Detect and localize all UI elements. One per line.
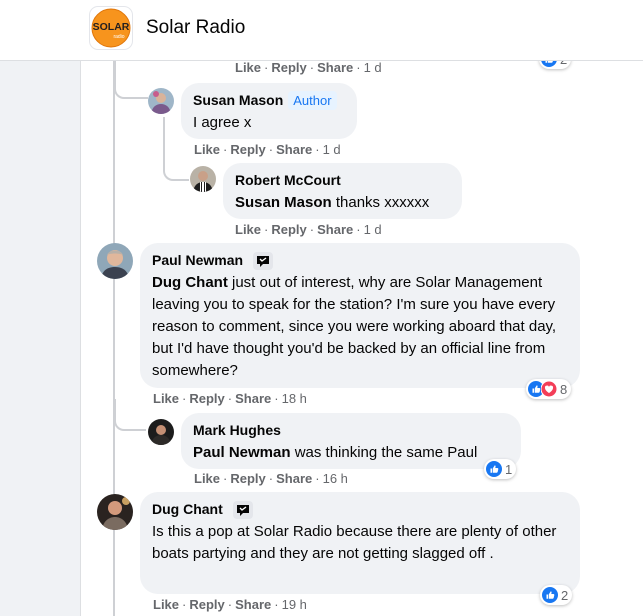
robert-mccourt-avatar-icon: [190, 166, 216, 192]
comment-author[interactable]: Susan Mason: [193, 91, 283, 109]
solar-logo-icon: SOLAR radio: [91, 8, 131, 48]
comment-bubble-robert-mccourt: Robert McCourt Susan Mason thanks xxxxxx: [223, 163, 462, 219]
comment-actions: Like · Reply · Share · 16 h: [194, 471, 348, 486]
share-button[interactable]: Share: [317, 60, 353, 75]
comments-feed: Like·Reply·Share·1 d 2 Susan Mason Author…: [80, 49, 643, 616]
thread-curve-mark: [114, 399, 146, 431]
comment-text: Is this a pop at Solar Radio because the…: [152, 523, 557, 562]
comment-bubble-paul-newman: Paul Newman Dug Chant just out of intere…: [140, 243, 580, 388]
thread-curve-robert: [163, 161, 189, 181]
comment-actions: Like · Reply · Share · 19 h: [153, 597, 307, 612]
avatar[interactable]: [97, 243, 133, 279]
reply-button[interactable]: Reply: [230, 471, 265, 486]
comment-bubble-dug-chant: Dug Chant Is this a pop at Solar Radio b…: [140, 492, 580, 594]
comment-time: 19 h: [281, 597, 307, 612]
reaction-count: 8: [560, 381, 568, 397]
comment-actions: Like · Reply · Share · 1 d: [235, 222, 382, 237]
reaction-count-badge[interactable]: 2: [540, 585, 573, 605]
comment-text: thanks xxxxxx: [331, 194, 430, 211]
mention-link[interactable]: Paul Newman: [193, 444, 291, 461]
reaction-count: 2: [561, 587, 569, 603]
like-button[interactable]: Like: [194, 142, 220, 157]
like-button[interactable]: Like: [235, 60, 261, 75]
dug-chant-avatar-icon: [97, 494, 133, 530]
comment-text: was thinking the same Paul: [290, 444, 478, 461]
comment-time: 1 d: [322, 142, 341, 157]
avatar[interactable]: [148, 419, 174, 445]
mention-link[interactable]: Dug Chant: [152, 274, 228, 291]
love-reaction-icon: [541, 381, 557, 397]
comment-author[interactable]: Paul Newman: [152, 251, 243, 269]
share-button[interactable]: Share: [276, 142, 312, 157]
reaction-count: 1: [505, 461, 513, 477]
mention-link[interactable]: Susan Mason: [235, 194, 332, 211]
like-reaction-icon: [542, 587, 558, 603]
comment-author[interactable]: Robert McCourt: [235, 171, 341, 189]
top-fan-badge-icon: [233, 500, 254, 519]
like-reaction-icon: [486, 461, 502, 477]
like-button[interactable]: Like: [153, 597, 179, 612]
thread-curve-top: [114, 61, 148, 99]
top-fan-badge-icon: [253, 251, 274, 270]
comment-author[interactable]: Mark Hughes: [193, 421, 281, 439]
solar-radio-logo[interactable]: SOLAR radio: [89, 6, 133, 50]
like-button[interactable]: Like: [153, 391, 179, 406]
comment-time: 16 h: [322, 471, 348, 486]
share-button[interactable]: Share: [235, 597, 271, 612]
comment-time: 1 d: [363, 60, 382, 75]
author-badge: Author: [288, 91, 337, 110]
comment-author[interactable]: Dug Chant: [152, 500, 223, 518]
logo-subtext: radio: [113, 34, 124, 40]
share-button[interactable]: Share: [317, 222, 353, 237]
like-button[interactable]: Like: [235, 222, 261, 237]
like-button[interactable]: Like: [194, 471, 220, 486]
reply-button[interactable]: Reply: [189, 597, 224, 612]
reply-button[interactable]: Reply: [189, 391, 224, 406]
mark-hughes-avatar-icon: [148, 419, 174, 445]
avatar[interactable]: [97, 494, 133, 530]
reaction-count-badge[interactable]: 8: [526, 379, 572, 399]
avatar[interactable]: [190, 166, 216, 192]
reaction-count-badge[interactable]: 1: [484, 459, 517, 479]
comment-actions: Like · Reply · Share · 18 h: [153, 391, 307, 406]
comment-time: 18 h: [281, 391, 307, 406]
share-button[interactable]: Share: [276, 471, 312, 486]
comment-actions: Like · Reply · Share · 1 d: [194, 142, 341, 157]
page-title[interactable]: Solar Radio: [146, 17, 245, 39]
reply-button[interactable]: Reply: [271, 222, 306, 237]
thread-line-susan: [163, 117, 165, 167]
reply-button[interactable]: Reply: [271, 60, 306, 75]
susan-mason-avatar-icon: [148, 88, 174, 114]
comment-time: 1 d: [363, 222, 382, 237]
comment-bubble-susan-mason: Susan Mason Author I agree x: [181, 83, 357, 139]
paul-newman-avatar-icon: [97, 243, 133, 279]
page-header: SOLAR radio Solar Radio: [0, 0, 643, 61]
share-button[interactable]: Share: [235, 391, 271, 406]
reply-button[interactable]: Reply: [230, 142, 265, 157]
thread-line-main: [113, 61, 115, 616]
top-comment-actions: Like · Reply · Share · 1 d: [235, 60, 382, 75]
comment-bubble-mark-hughes: Mark Hughes Paul Newman was thinking the…: [181, 413, 521, 469]
logo-text: SOLAR: [93, 21, 130, 33]
avatar[interactable]: [148, 88, 174, 114]
comment-text: I agree x: [193, 114, 252, 131]
